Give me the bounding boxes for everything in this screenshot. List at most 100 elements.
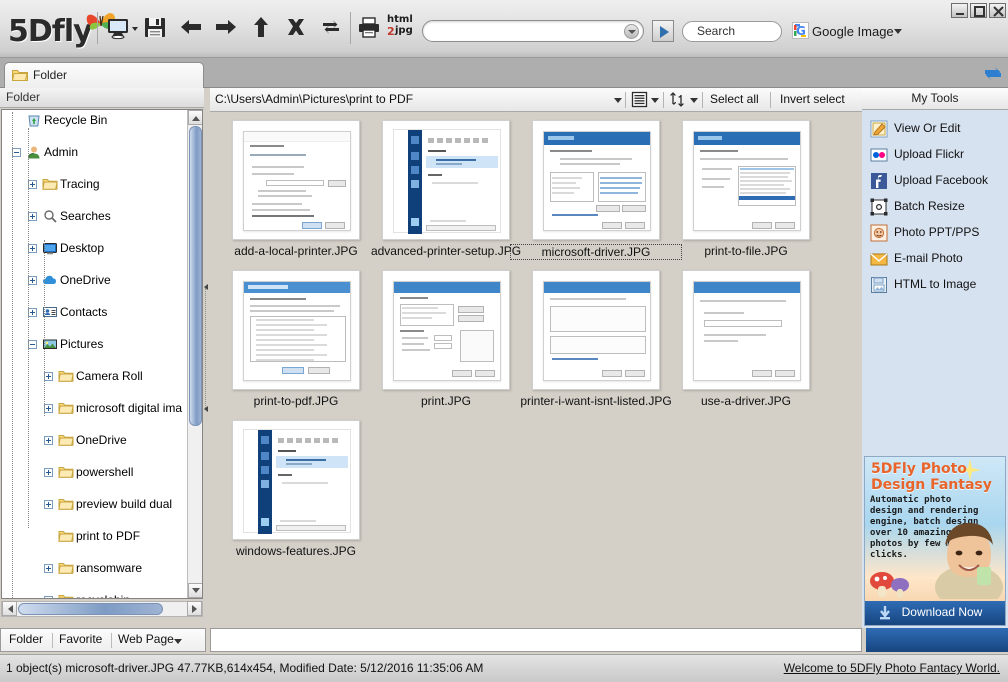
file-name-label[interactable]: use-a-driver.JPG — [660, 394, 832, 408]
tree-expander-7[interactable] — [28, 340, 37, 349]
search-engine-label[interactable]: Google Image — [792, 22, 894, 42]
file-name-label[interactable]: add-a-local-printer.JPG — [210, 244, 382, 258]
monitor-icon[interactable] — [104, 14, 134, 44]
tree-item[interactable]: ransomware — [2, 560, 188, 576]
select-all-button[interactable]: Select all — [710, 92, 759, 106]
search-engine-caret-icon[interactable] — [894, 29, 902, 34]
file-name-label[interactable]: print-to-file.JPG — [660, 244, 832, 258]
back-icon[interactable] — [178, 14, 208, 44]
tool-upload-flickr[interactable]: Upload Flickr — [862, 142, 1008, 168]
tree-item[interactable]: microsoft digital ima — [2, 400, 188, 416]
search-button[interactable]: Search — [682, 21, 782, 42]
bottom-tab-folder[interactable]: Folder — [9, 632, 43, 646]
delete-icon[interactable] — [283, 14, 313, 44]
file-item[interactable]: use-a-driver.JPG — [682, 270, 810, 416]
sync-icon[interactable] — [982, 63, 1004, 83]
tool-html-to-image[interactable]: HTML to Image — [862, 272, 1008, 298]
sort-caret-icon[interactable] — [690, 98, 698, 103]
file-thumbnail-grid[interactable]: add-a-local-printer.JPG advanced-printer-… — [210, 112, 862, 628]
tree-expander-2[interactable] — [28, 180, 37, 189]
address-bar[interactable] — [422, 20, 644, 42]
tool-upload-facebook[interactable]: Upload Facebook — [862, 168, 1008, 194]
close-button[interactable] — [989, 3, 1006, 18]
tree-expander-4[interactable] — [28, 244, 37, 253]
file-item[interactable]: print-to-pdf.JPG — [232, 270, 360, 416]
tree-expander-9[interactable] — [44, 404, 53, 413]
address-input[interactable] — [433, 23, 618, 40]
tree-item[interactable]: OneDrive — [2, 272, 188, 288]
tree-scroll-up-button[interactable] — [188, 110, 202, 125]
bottom-input-field[interactable] — [210, 628, 862, 652]
tree-item[interactable]: Camera Roll — [2, 368, 188, 384]
tree-item[interactable]: recyclebin — [2, 592, 188, 598]
tree-item[interactable]: OneDrive — [2, 432, 188, 448]
tree-item[interactable]: powershell — [2, 464, 188, 480]
view-mode-icon[interactable] — [631, 91, 648, 108]
tree-scroll-thumb[interactable] — [189, 126, 202, 426]
bottom-tab-favorite[interactable]: Favorite — [59, 632, 102, 646]
tree-item[interactable]: Pictures — [2, 336, 188, 352]
tree-item[interactable]: Admin — [2, 144, 188, 160]
current-path[interactable]: C:\Users\Admin\Pictures\print to PDF — [215, 92, 413, 106]
address-dropdown-icon[interactable] — [624, 24, 639, 39]
tree-scroll-left-button[interactable] — [2, 601, 17, 616]
file-item[interactable]: add-a-local-printer.JPG — [232, 120, 360, 266]
file-name-label[interactable]: windows-features.JPG — [210, 544, 382, 558]
tree-item[interactable]: Recycle Bin — [2, 112, 188, 128]
tree-expander-8[interactable] — [44, 372, 53, 381]
tree-expander-3[interactable] — [28, 212, 37, 221]
tree-horizontal-scrollbar[interactable] — [1, 601, 203, 617]
tree-expander-6[interactable] — [28, 308, 37, 317]
go-button[interactable] — [652, 20, 674, 42]
forward-icon[interactable] — [213, 14, 243, 44]
print-icon[interactable] — [356, 14, 386, 44]
file-item[interactable]: print-to-file.JPG — [682, 120, 810, 266]
tool-photo-ppt-pps[interactable]: Photo PPT/PPS — [862, 220, 1008, 246]
file-name-label[interactable]: printer-i-want-isnt-listed.JPG — [510, 394, 682, 408]
splitter-collapse-left-icon[interactable] — [204, 284, 209, 290]
monitor-dropdown-caret[interactable] — [132, 27, 138, 31]
tree-item[interactable]: preview build dual — [2, 496, 188, 512]
advertisement-banner[interactable]: 5DFly Photo Design Fantasy Automatic pho… — [864, 456, 1006, 626]
file-item[interactable]: windows-features.JPG — [232, 420, 360, 566]
invert-select-button[interactable]: Invert select — [780, 92, 845, 106]
maximize-button[interactable] — [970, 3, 987, 18]
download-now-button[interactable]: Download Now — [865, 601, 1005, 625]
bottom-tab-webpage[interactable]: Web Page — [118, 632, 174, 646]
tree-item[interactable]: Contacts — [2, 304, 188, 320]
tree-scroll-down-button[interactable] — [188, 583, 202, 598]
tree-item[interactable]: Tracing — [2, 176, 188, 192]
minimize-button[interactable] — [951, 3, 968, 18]
file-name-label[interactable]: microsoft-driver.JPG — [510, 244, 682, 260]
tree-hscroll-thumb[interactable] — [18, 603, 163, 615]
refresh-icon[interactable] — [318, 14, 348, 44]
bottom-tab-caret-icon[interactable] — [174, 639, 182, 644]
save-icon[interactable] — [142, 14, 172, 44]
tool-batch-resize[interactable]: Batch Resize — [862, 194, 1008, 220]
tree-expander-10[interactable] — [44, 436, 53, 445]
sort-icon[interactable] — [669, 91, 687, 108]
tool-e-mail-photo[interactable]: E-mail Photo — [862, 246, 1008, 272]
tree-expander-11[interactable] — [44, 468, 53, 477]
tab-folder[interactable]: Folder — [4, 62, 204, 88]
tree-expander-15[interactable] — [44, 596, 53, 598]
welcome-link[interactable]: Welcome to 5DFly Photo Fantacy World. — [784, 661, 1000, 675]
tree-expander-14[interactable] — [44, 564, 53, 573]
tree-expander-5[interactable] — [28, 276, 37, 285]
file-name-label[interactable]: advanced-printer-setup.JPG — [360, 244, 532, 258]
file-name-label[interactable]: print.JPG — [360, 394, 532, 408]
file-item[interactable]: microsoft-driver.JPG — [510, 120, 682, 266]
tree-item[interactable]: Searches — [2, 208, 188, 224]
tree-expander-1[interactable] — [12, 148, 21, 157]
file-item[interactable]: printer-i-want-isnt-listed.JPG — [520, 270, 672, 416]
folder-tree[interactable]: Recycle Bin Admin Tracing Searches Desktop On… — [1, 109, 203, 599]
tree-scroll-right-button[interactable] — [187, 601, 202, 616]
file-name-label[interactable]: print-to-pdf.JPG — [210, 394, 382, 408]
tool-view-or-edit[interactable]: View Or Edit — [862, 116, 1008, 142]
up-icon[interactable] — [248, 14, 278, 44]
file-item[interactable]: print.JPG — [382, 270, 510, 416]
view-mode-caret-icon[interactable] — [651, 98, 659, 103]
tree-item[interactable]: print to PDF — [2, 528, 188, 544]
html2jpg-icon[interactable]: html 2 jpg — [386, 14, 420, 44]
tree-item[interactable]: Desktop — [2, 240, 188, 256]
